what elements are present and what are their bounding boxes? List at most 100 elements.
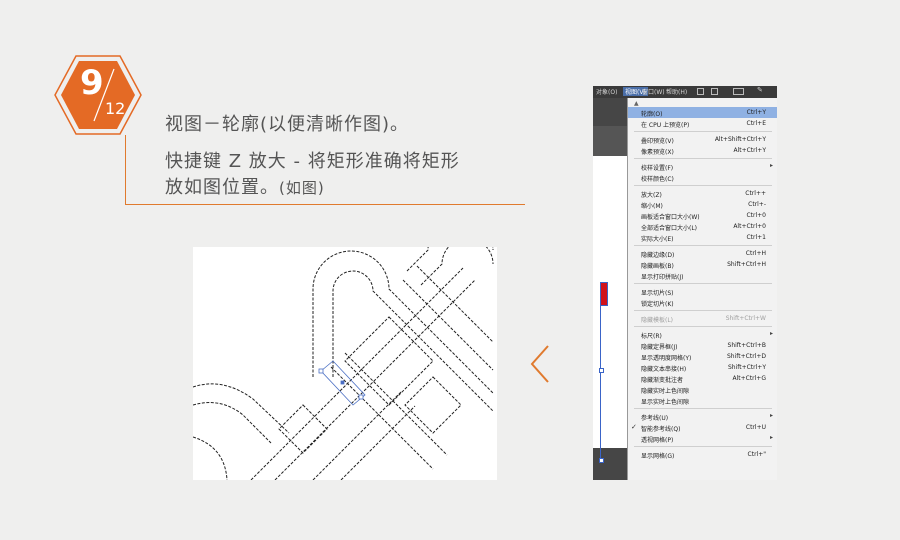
view-menu-item[interactable]: 锁定切片(K) <box>628 297 777 308</box>
view-menu-item[interactable]: 隐藏文本串接(H) Shift+Ctrl+Y <box>628 362 777 373</box>
menu-separator <box>634 326 772 327</box>
view-menu-item-shortcut: Ctrl+" <box>747 451 766 458</box>
view-menu-item-label: 轮廓(O) <box>641 111 663 118</box>
menu-separator <box>634 158 772 159</box>
view-menu-item-shortcut: Ctrl+1 <box>746 234 766 241</box>
artboard-canvas[interactable] <box>593 156 627 463</box>
arrange-icon[interactable] <box>733 88 744 95</box>
tab-strip <box>593 126 627 156</box>
view-menu-item-shortcut: Ctrl+H <box>745 250 766 257</box>
brush-icon[interactable]: ✎ <box>757 86 764 94</box>
selected-red-rectangle[interactable] <box>600 282 608 306</box>
check-icon: ✓ <box>631 423 637 431</box>
app-screenshot: 对象(O) 视图(V) 窗口(W) 帮助(H) ✎ ▲ 轮廓(O) Ctrl+Y 在… <box>593 86 777 480</box>
view-menu-item[interactable]: 画板适合窗口大小(W) Ctrl+0 <box>628 210 777 221</box>
view-menu-item[interactable]: 标尺(R) ▸ <box>628 329 777 340</box>
guide-line-vertical <box>125 135 126 205</box>
view-menu-item[interactable]: ✓ 智能参考线(Q) Ctrl+U <box>628 422 777 433</box>
view-menu-item[interactable]: 显示打印拼贴(J) <box>628 270 777 281</box>
menu-separator <box>634 131 772 132</box>
menubar: 对象(O) 视图(V) 窗口(W) 帮助(H) ✎ <box>593 86 777 98</box>
view-menu-item-label: 显示网格(G) <box>641 453 675 460</box>
guide-line-horizontal <box>125 204 525 205</box>
view-menu-item-label: 智能参考线(Q) <box>641 426 681 433</box>
view-menu-item[interactable]: 隐藏实时上色间隙 <box>628 384 777 395</box>
view-menu-item-label: 锁定切片(K) <box>641 301 674 308</box>
menu-separator <box>634 408 772 409</box>
view-menu-item-label: 放大(Z) <box>641 192 662 199</box>
view-menu-item[interactable]: 叠印预览(V) Alt+Shift+Ctrl+Y <box>628 134 777 145</box>
view-menu-item-label: 隐藏定界框(J) <box>641 344 678 351</box>
menu-separator <box>634 283 772 284</box>
selection-handle[interactable] <box>599 368 604 373</box>
view-menu-item-shortcut: Shift+Ctrl+Y <box>727 364 766 371</box>
view-menu-item-label: 参考线(U) <box>641 415 669 422</box>
menu-separator <box>634 446 772 447</box>
view-menu-item-shortcut: Ctrl++ <box>745 190 766 197</box>
view-menu-item-label: 实际大小(E) <box>641 236 674 243</box>
view-menu-item[interactable]: 缩小(M) Ctrl+- <box>628 199 777 210</box>
view-menu-item-shortcut: Ctrl+E <box>746 120 767 127</box>
view-menu-item-label: 透视网格(P) <box>641 437 674 444</box>
view-menu-item-label: 隐藏模板(L) <box>641 317 674 324</box>
view-menu-item-shortcut: Shift+Ctrl+W <box>725 315 766 322</box>
view-menu-item[interactable]: 隐藏模板(L) Shift+Ctrl+W <box>628 313 777 324</box>
view-menu-item-label: 校样设置(F) <box>641 165 674 172</box>
view-menu-item[interactable]: 校样设置(F) ▸ <box>628 161 777 172</box>
scroll-up-icon[interactable]: ▲ <box>634 100 639 107</box>
view-menu-item-shortcut: Ctrl+U <box>745 424 766 431</box>
view-menu-item-label: 标尺(R) <box>641 333 662 340</box>
document-icon[interactable] <box>711 88 718 95</box>
view-menu-item-shortcut: Alt+Shift+Ctrl+Y <box>714 136 766 143</box>
view-menu-item-label: 在 CPU 上预览(P) <box>641 122 690 129</box>
view-menu-item[interactable]: 显示网格(G) Ctrl+" <box>628 449 777 460</box>
menu-separator <box>634 245 772 246</box>
view-menu-item-label: 隐藏渐变批注者 <box>641 377 684 384</box>
menu-help[interactable]: 帮助(H) <box>666 87 687 96</box>
instruction-line-1: 视图－轮廓(以便清晰作图)。 <box>165 114 410 135</box>
menu-object[interactable]: 对象(O) <box>596 87 617 96</box>
view-menu-item[interactable]: 在 CPU 上预览(P) Ctrl+E <box>628 118 777 129</box>
view-menu-item-shortcut: Ctrl+0 <box>746 212 766 219</box>
view-menu-item[interactable]: 显示实时上色间隙 <box>628 395 777 406</box>
view-menu-item[interactable]: 隐藏画板(B) Shift+Ctrl+H <box>628 259 777 270</box>
view-menu-item[interactable]: 显示切片(S) <box>628 286 777 297</box>
view-menu-item[interactable]: 轮廓(O) Ctrl+Y <box>628 107 777 118</box>
chevron-left-icon[interactable] <box>528 344 554 384</box>
view-menu-item-label: 隐藏边缘(D) <box>641 252 675 259</box>
view-menu-item-label: 校样颜色(C) <box>641 176 674 183</box>
view-menu-item[interactable]: 隐藏定界框(J) Shift+Ctrl+B <box>628 340 777 351</box>
view-menu-item[interactable]: 透视网格(P) ▸ <box>628 433 777 444</box>
menu-window[interactable]: 窗口(W) <box>642 87 665 96</box>
view-menu-item[interactable]: 实际大小(E) Ctrl+1 <box>628 232 777 243</box>
view-menu-item-label: 隐藏实时上色间隙 <box>641 388 690 395</box>
view-menu-item[interactable]: 显示透明度网格(Y) Shift+Ctrl+D <box>628 351 777 362</box>
menu-separator <box>634 310 772 311</box>
workspace-icon[interactable] <box>697 88 704 95</box>
view-menu-item-label: 显示打印拼贴(J) <box>641 274 684 281</box>
view-menu-item-shortcut: Shift+Ctrl+D <box>727 353 766 360</box>
view-menu-item[interactable]: 参考线(U) ▸ <box>628 411 777 422</box>
view-menu-item-label: 显示切片(S) <box>641 290 674 297</box>
view-menu-item[interactable]: 隐藏边缘(D) Ctrl+H <box>628 248 777 259</box>
view-menu-item[interactable]: 校样颜色(C) <box>628 172 777 183</box>
selection-handle[interactable] <box>599 458 604 463</box>
view-menu-item-shortcut: Alt+Ctrl+0 <box>733 223 766 230</box>
view-menu-item-label: 显示实时上色间隙 <box>641 399 690 406</box>
view-menu-item-label: 隐藏文本串接(H) <box>641 366 687 373</box>
submenu-arrow-icon: ▸ <box>769 162 773 169</box>
view-menu-item[interactable]: 像素预览(X) Alt+Ctrl+Y <box>628 145 777 156</box>
view-menu-item[interactable]: 隐藏渐变批注者 Alt+Ctrl+G <box>628 373 777 384</box>
view-menu-item-label: 画板适合窗口大小(W) <box>641 214 700 221</box>
instruction-line-3-note: (如图) <box>279 179 325 197</box>
view-menu-item-shortcut: Ctrl+Y <box>746 109 766 116</box>
view-menu-dropdown: ▲ 轮廓(O) Ctrl+Y 在 CPU 上预览(P) Ctrl+E 叠印预览(V) Al… <box>627 98 777 480</box>
view-menu-item-shortcut: Alt+Ctrl+G <box>732 375 766 382</box>
submenu-arrow-icon: ▸ <box>769 412 773 419</box>
selection-guide <box>600 306 601 462</box>
view-menu-item[interactable]: 放大(Z) Ctrl++ <box>628 188 777 199</box>
view-menu-item-label: 隐藏画板(B) <box>641 263 674 270</box>
outline-artwork <box>193 247 494 480</box>
view-menu-item-shortcut: Ctrl+- <box>748 201 766 208</box>
view-menu-item[interactable]: 全部适合窗口大小(L) Alt+Ctrl+0 <box>628 221 777 232</box>
